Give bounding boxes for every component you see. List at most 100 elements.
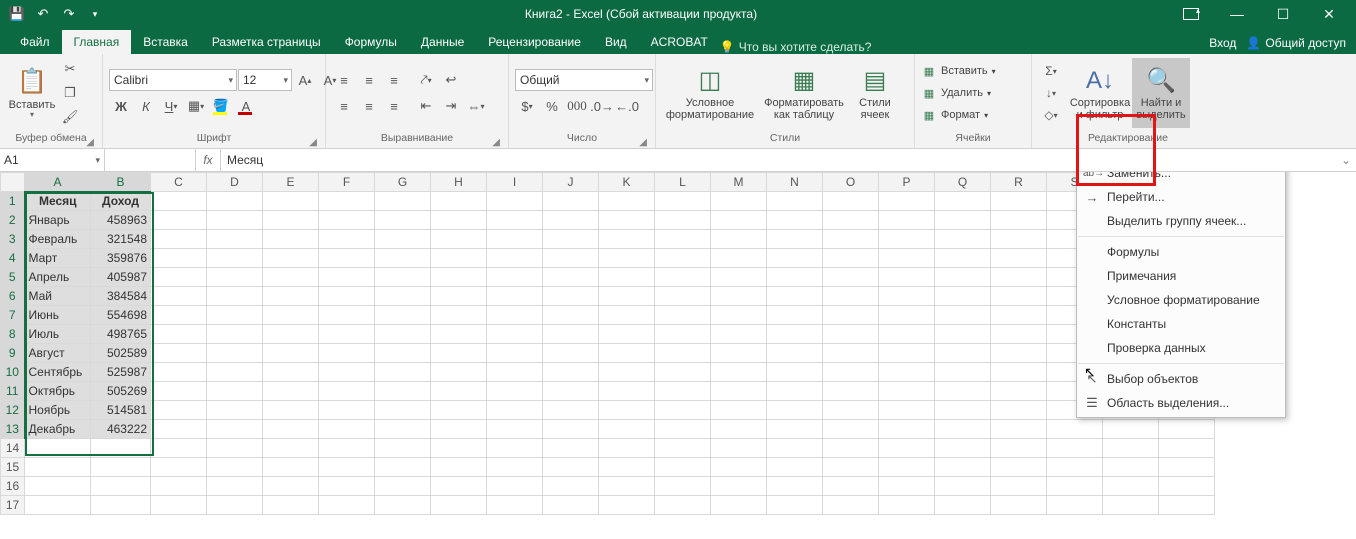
cell[interactable] bbox=[431, 230, 487, 249]
save-icon[interactable]: 💾 bbox=[6, 3, 28, 25]
cell[interactable] bbox=[823, 344, 879, 363]
cell[interactable] bbox=[655, 401, 711, 420]
expand-formula-bar-icon[interactable]: ⌄ bbox=[1336, 153, 1356, 167]
cell[interactable] bbox=[263, 287, 319, 306]
cell[interactable] bbox=[599, 268, 655, 287]
row-header[interactable]: 12 bbox=[1, 401, 25, 420]
row-header[interactable]: 7 bbox=[1, 306, 25, 325]
tab-review[interactable]: Рецензирование bbox=[476, 30, 593, 54]
cell[interactable] bbox=[711, 420, 767, 439]
cell[interactable] bbox=[431, 363, 487, 382]
cell[interactable]: 405987 bbox=[91, 268, 151, 287]
column-header[interactable]: Q bbox=[935, 173, 991, 192]
cell[interactable] bbox=[263, 401, 319, 420]
cell[interactable] bbox=[655, 363, 711, 382]
cell[interactable] bbox=[207, 287, 263, 306]
cell[interactable] bbox=[151, 420, 207, 439]
cell[interactable] bbox=[263, 192, 319, 211]
cell[interactable] bbox=[1103, 458, 1159, 477]
cell[interactable] bbox=[823, 306, 879, 325]
cell[interactable] bbox=[879, 344, 935, 363]
cell[interactable] bbox=[319, 211, 375, 230]
cell[interactable] bbox=[431, 325, 487, 344]
row-header[interactable]: 13 bbox=[1, 420, 25, 439]
cell[interactable] bbox=[487, 420, 543, 439]
cell[interactable] bbox=[767, 230, 823, 249]
cell[interactable] bbox=[991, 192, 1047, 211]
cell[interactable] bbox=[375, 325, 431, 344]
cell[interactable] bbox=[25, 477, 91, 496]
cell[interactable] bbox=[991, 211, 1047, 230]
cell[interactable] bbox=[879, 401, 935, 420]
cell[interactable] bbox=[543, 230, 599, 249]
cell[interactable] bbox=[1159, 477, 1215, 496]
wrap-text-icon[interactable]: ↩ bbox=[439, 69, 463, 91]
cell[interactable] bbox=[25, 496, 91, 515]
cell[interactable] bbox=[263, 496, 319, 515]
cell[interactable] bbox=[431, 496, 487, 515]
cell[interactable] bbox=[375, 401, 431, 420]
cell[interactable] bbox=[263, 477, 319, 496]
column-header[interactable]: N bbox=[767, 173, 823, 192]
cell[interactable] bbox=[1159, 458, 1215, 477]
cell[interactable] bbox=[319, 344, 375, 363]
cell[interactable] bbox=[599, 230, 655, 249]
cell[interactable] bbox=[375, 458, 431, 477]
cell[interactable] bbox=[767, 192, 823, 211]
cell[interactable] bbox=[1159, 439, 1215, 458]
cell[interactable] bbox=[991, 420, 1047, 439]
cell[interactable] bbox=[767, 249, 823, 268]
cell[interactable] bbox=[935, 420, 991, 439]
increase-indent-icon[interactable]: ⇥ bbox=[439, 95, 463, 117]
row-header[interactable]: 8 bbox=[1, 325, 25, 344]
cell[interactable] bbox=[319, 496, 375, 515]
cell[interactable] bbox=[935, 439, 991, 458]
cell[interactable] bbox=[767, 344, 823, 363]
cell[interactable] bbox=[207, 401, 263, 420]
cell[interactable] bbox=[207, 496, 263, 515]
cell[interactable] bbox=[431, 382, 487, 401]
cell[interactable] bbox=[599, 249, 655, 268]
cell[interactable] bbox=[319, 458, 375, 477]
cell[interactable] bbox=[207, 477, 263, 496]
cell[interactable] bbox=[375, 477, 431, 496]
conditional-formatting-button[interactable]: ◫Условноеформатирование bbox=[662, 58, 758, 128]
cell[interactable] bbox=[599, 477, 655, 496]
cell[interactable]: 359876 bbox=[91, 249, 151, 268]
menu-item-selection-pane[interactable]: ☰Область выделения... bbox=[1077, 391, 1285, 415]
cell[interactable]: 525987 bbox=[91, 363, 151, 382]
cell[interactable] bbox=[319, 287, 375, 306]
cell[interactable] bbox=[431, 458, 487, 477]
login-button[interactable]: Вход bbox=[1209, 36, 1236, 50]
cell[interactable] bbox=[599, 325, 655, 344]
cell[interactable] bbox=[207, 344, 263, 363]
cell[interactable]: 514581 bbox=[91, 401, 151, 420]
cell[interactable] bbox=[375, 382, 431, 401]
cell[interactable] bbox=[711, 496, 767, 515]
cell[interactable] bbox=[431, 401, 487, 420]
cell[interactable] bbox=[655, 420, 711, 439]
cell[interactable] bbox=[991, 382, 1047, 401]
row-header[interactable]: 11 bbox=[1, 382, 25, 401]
cell[interactable] bbox=[1103, 477, 1159, 496]
menu-item-validation[interactable]: Проверка данных bbox=[1077, 336, 1285, 360]
cell[interactable] bbox=[151, 363, 207, 382]
cell[interactable] bbox=[935, 382, 991, 401]
cell[interactable] bbox=[767, 363, 823, 382]
column-header[interactable]: M bbox=[711, 173, 767, 192]
cell[interactable] bbox=[543, 249, 599, 268]
cell[interactable] bbox=[767, 268, 823, 287]
redo-icon[interactable]: ↷ bbox=[58, 3, 80, 25]
cell[interactable] bbox=[487, 325, 543, 344]
cell[interactable] bbox=[991, 344, 1047, 363]
cell[interactable] bbox=[711, 306, 767, 325]
cell[interactable] bbox=[991, 268, 1047, 287]
align-right-icon[interactable]: ≡ bbox=[382, 95, 406, 117]
dialog-launcher-icon[interactable]: ◢ bbox=[492, 137, 500, 148]
cell[interactable]: Август bbox=[25, 344, 91, 363]
cell[interactable] bbox=[319, 230, 375, 249]
cell[interactable] bbox=[599, 192, 655, 211]
decrease-indent-icon[interactable]: ⇤ bbox=[414, 95, 438, 117]
bold-button[interactable]: Ж bbox=[109, 95, 133, 117]
menu-item-notes[interactable]: Примечания bbox=[1077, 264, 1285, 288]
